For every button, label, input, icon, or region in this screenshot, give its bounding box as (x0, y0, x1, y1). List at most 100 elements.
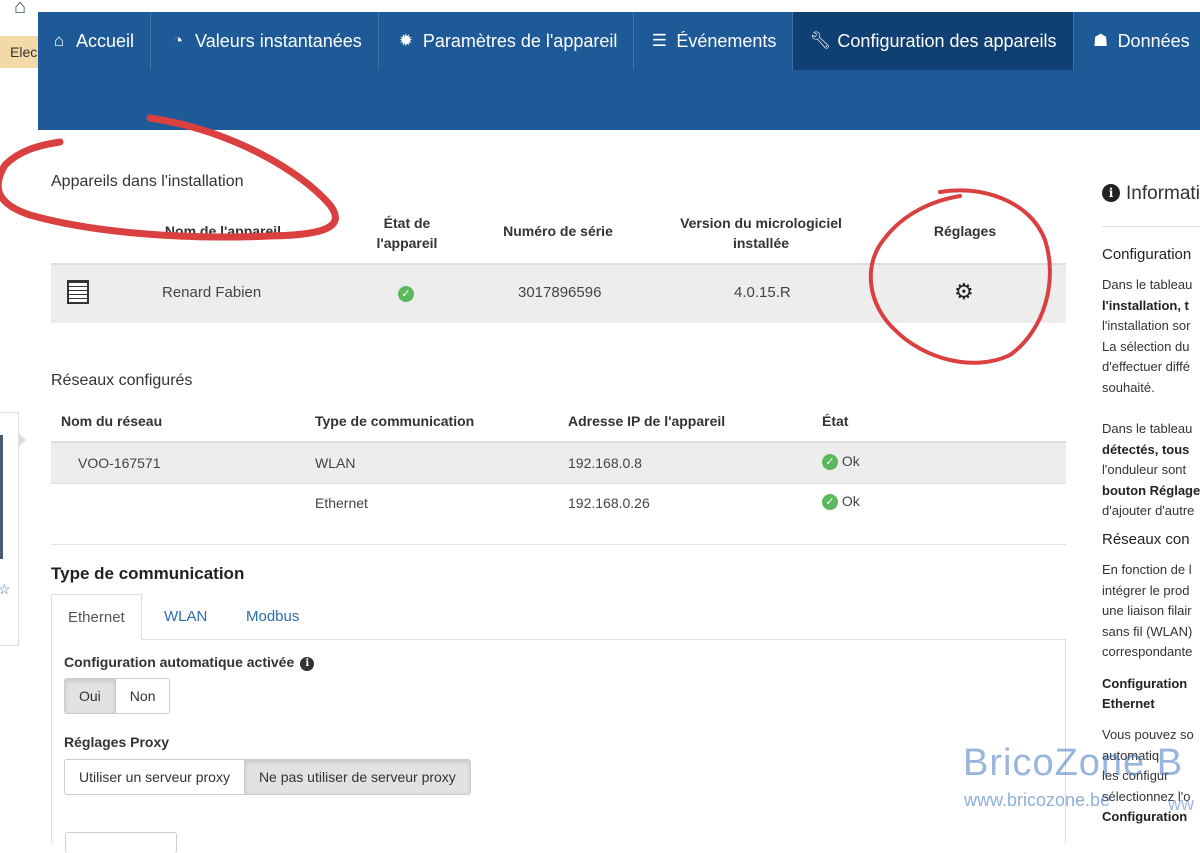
network-row[interactable] (51, 483, 1066, 524)
network-ip: 192.168.0.26 (568, 495, 650, 511)
network-state-label: Ok (841, 453, 860, 469)
devices-section-title: Appareils dans l'installation (51, 173, 244, 190)
info-line: La sélection du (1102, 338, 1190, 354)
watermark-logo: BricoZone B (963, 742, 1184, 784)
ok-icon: ✓ (822, 454, 838, 471)
info-panel-title: i Informati (1102, 183, 1200, 205)
network-name: VOO-167571 (78, 455, 161, 471)
info-line: sans fil (WLAN) (1102, 623, 1193, 639)
col-header-settings: Réglages (933, 223, 997, 239)
comm-tabs: Ethernet WLAN Modbus (51, 594, 1066, 640)
nav-item-evenements[interactable]: ☰ Événements (634, 12, 794, 70)
network-type: Ethernet (315, 495, 368, 511)
info-heading-ethernet: Configuration Ethernet (1102, 674, 1187, 714)
nav-label: Configuration des appareils (837, 30, 1057, 51)
inverter-icon (67, 280, 89, 304)
network-state-label: Ok (841, 493, 860, 509)
section-divider (51, 544, 1066, 545)
col-header-device-name: Nom de l'appareil (164, 223, 282, 239)
side-card-pointer (18, 432, 26, 448)
network-ip: 192.168.0.8 (568, 455, 642, 471)
info-panel-title-text: Informati (1126, 183, 1200, 204)
info-line: l'onduleur sont (1102, 462, 1187, 478)
nav-label: Événements (676, 30, 777, 51)
col-header-ip: Adresse IP de l'appareil (568, 413, 726, 429)
info-line: Configuration (1102, 676, 1188, 691)
auto-config-label-text: Configuration automatique activée (64, 654, 295, 670)
nav-item-accueil[interactable]: ⌂ Accueil (38, 12, 152, 70)
nav-label: Accueil (76, 30, 135, 51)
home-icon[interactable]: ⌂ (14, 0, 38, 18)
info-line: correspondante (1102, 644, 1193, 660)
tab-wlan[interactable]: WLAN (148, 594, 223, 639)
auto-config-toggle: Oui Non (64, 678, 171, 714)
main-navbar: ⌂ Accueil ◔ Valeurs instantanées ✹ Param… (38, 12, 1200, 130)
comm-section-title: Type de communication (51, 564, 245, 583)
list-icon: ☰ (651, 31, 667, 50)
info-line: Dans le tableau (1102, 277, 1193, 292)
elec-tab[interactable]: Elec (0, 36, 40, 68)
watermark-url-partial: ww (1168, 794, 1194, 814)
col-header-comm-type: Type de communication (315, 413, 475, 429)
gauge-icon: ◔ (172, 31, 184, 50)
use-proxy-button[interactable]: Utiliser un serveur proxy (65, 760, 245, 794)
networks-section-title: Réseaux configurés (51, 372, 193, 389)
watermark-url: www.bricozone.be (964, 790, 1111, 810)
info-line: l'installation, t (1102, 297, 1189, 313)
nav-item-configuration-appareils[interactable]: 🔧︎ Configuration des appareils (793, 12, 1074, 70)
info-line: bouton Réglage (1102, 482, 1200, 498)
no-proxy-button[interactable]: Ne pas utiliser de serveur proxy (244, 760, 470, 794)
col-header-device-state: État de l'appareil (376, 215, 438, 251)
device-firmware: 4.0.15.R (734, 284, 791, 301)
col-header-network-name: Nom du réseau (61, 413, 163, 429)
info-line: Dans le tableau (1102, 421, 1193, 436)
info-icon[interactable]: i (300, 657, 315, 671)
info-line: d'ajouter d'autre (1102, 503, 1195, 519)
nav-row: ⌂ Accueil ◔ Valeurs instantanées ✹ Param… (38, 12, 1200, 70)
nav-label: Paramètres de l'appareil (422, 30, 618, 51)
nav-label: Valeurs instantanées (195, 30, 362, 51)
auto-config-no-button[interactable]: Non (115, 679, 170, 713)
settings-gear-icon[interactable]: ⚙ (954, 279, 974, 305)
col-header-net-state: État (822, 413, 849, 429)
side-card-image (0, 435, 3, 559)
info-panel: i Informati Configuration Dans le tableau… (1102, 0, 1200, 843)
device-name: Renard Fabien (162, 284, 262, 301)
info-icon: i (1102, 184, 1120, 202)
col-header-firmware: Version du micrologiciel installée (680, 215, 842, 251)
info-paragraph-1: Dans le tableau l'installation, t l'inst… (1102, 275, 1192, 399)
device-state-ok-icon: ✓ (398, 285, 414, 303)
nav-item-parametres[interactable]: ✹ Paramètres de l'appareil (379, 12, 635, 70)
col-header-serial: Numéro de série (503, 223, 613, 239)
proxy-toggle: Utiliser un serveur proxy Ne pas utilise… (64, 759, 471, 795)
info-line: l'installation sor (1102, 318, 1191, 334)
info-line: Ethernet (1102, 696, 1155, 711)
info-paragraph-2: Dans le tableau détectés, tous l'onduleu… (1102, 419, 1200, 522)
info-heading-reseaux: Réseaux con (1102, 531, 1190, 548)
device-serial: 3017896596 (518, 284, 602, 301)
info-line: d'effectuer diffé (1102, 359, 1191, 375)
auto-config-yes-button[interactable]: Oui (65, 679, 116, 713)
network-state: ✓ Ok (822, 453, 860, 471)
info-heading-configuration: Configuration (1102, 246, 1192, 263)
network-type: WLAN (315, 455, 356, 471)
gear-icon: ✹ (398, 31, 413, 50)
network-state: ✓ Ok (822, 493, 860, 511)
side-card: ☆ (0, 412, 19, 646)
info-paragraph-3: En fonction de l intégrer le prod une li… (1102, 560, 1192, 663)
info-line: intégrer le prod (1102, 582, 1190, 598)
info-line: détectés, tous (1102, 441, 1190, 457)
wrench-icon: 🔧︎ (809, 31, 832, 50)
home-icon: ⌂ (53, 31, 65, 50)
info-divider (1102, 226, 1200, 227)
info-line: En fonction de l (1102, 562, 1192, 577)
star-icon[interactable]: ☆ (0, 581, 11, 598)
top-strip (0, 0, 1200, 12)
tab-ethernet[interactable]: Ethernet (51, 594, 142, 640)
info-line: une liaison filair (1102, 603, 1192, 619)
info-line: souhaité. (1102, 379, 1155, 395)
auto-config-label: Configuration automatique activée i (64, 654, 315, 671)
tab-modbus[interactable]: Modbus (230, 594, 315, 639)
nav-item-valeurs-instantanees[interactable]: ◔ Valeurs instantanées (151, 12, 379, 70)
network-row[interactable] (51, 441, 1066, 483)
